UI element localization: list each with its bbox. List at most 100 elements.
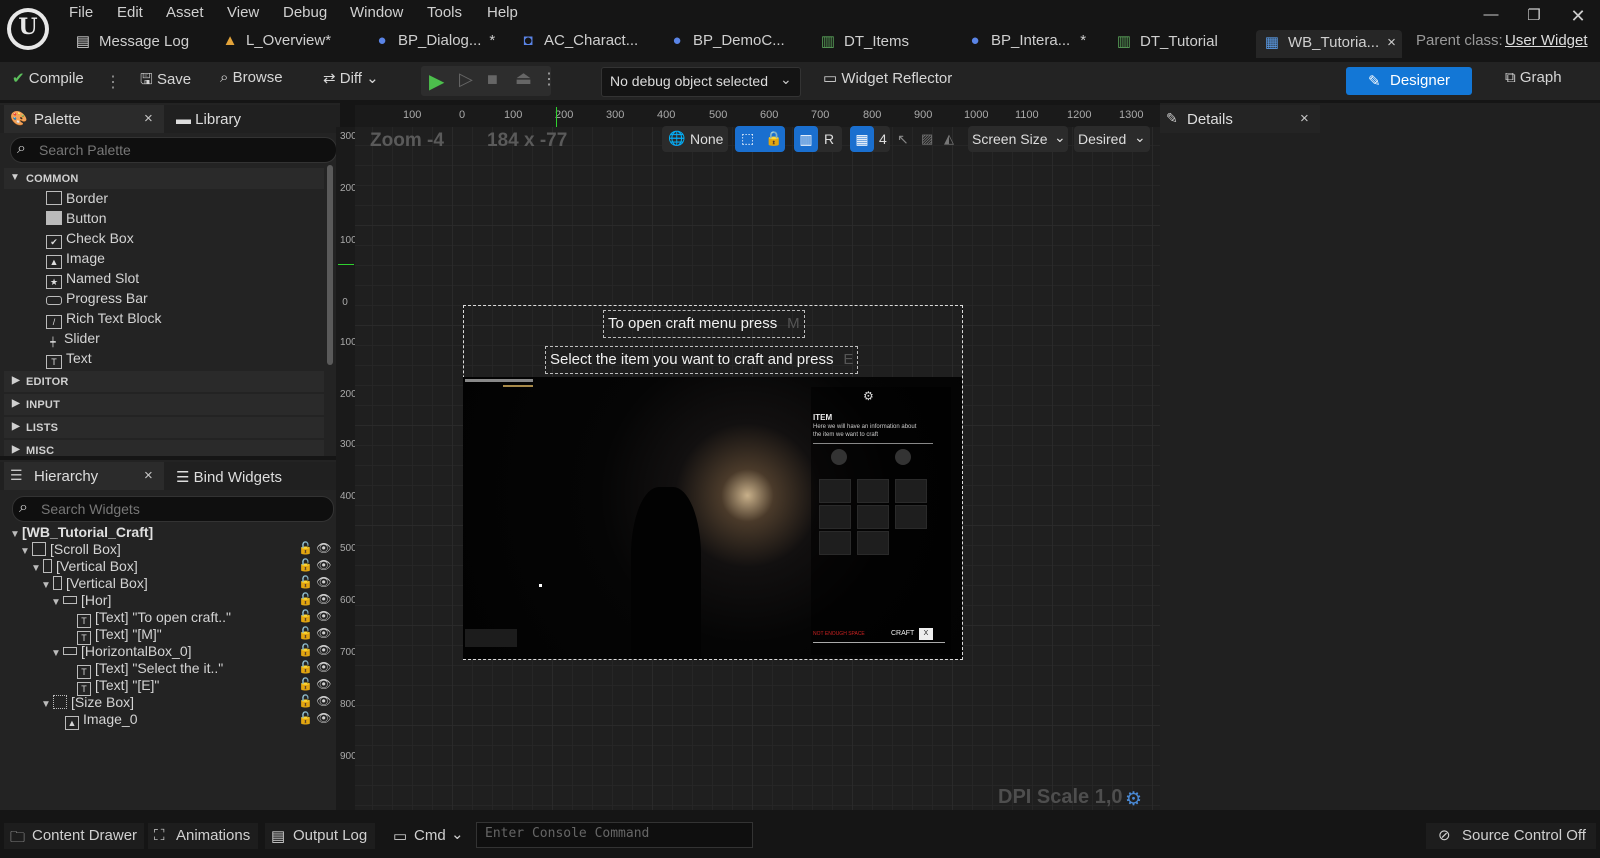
dpi-settings-gear-icon[interactable]: ⚙ xyxy=(1125,788,1142,811)
lock-visibility-icons[interactable]: 🔓 👁 xyxy=(298,711,338,728)
hierarchy-row[interactable]: ▼ [Hor] xyxy=(0,592,340,609)
tab-wb-tutorial[interactable]: ▦ WB_Tutoria... × xyxy=(1256,30,1402,58)
palette-item-check-box[interactable]: ✔ Check Box xyxy=(46,230,316,250)
hierarchy-row[interactable]: ▲ Image_0 xyxy=(0,711,340,730)
hierarchy-row[interactable]: ▼ [Vertical Box] xyxy=(0,575,340,592)
tab-dt-items[interactable]: ▥ DT_Items xyxy=(820,32,909,58)
lock-visibility-icons[interactable]: 🔓 👁 xyxy=(298,694,338,711)
desired-size-select[interactable]: Desired ⌄ xyxy=(1074,126,1150,152)
category-lists[interactable]: ▶ LISTS xyxy=(4,417,324,438)
eject-icon[interactable]: ⏏ xyxy=(515,68,532,89)
console-command-input[interactable]: Enter Console Command xyxy=(476,822,753,848)
compile-button[interactable]: ✔ Compile xyxy=(12,69,84,93)
menu-asset[interactable]: Asset xyxy=(166,4,204,26)
graph-button[interactable]: ⧉ Graph xyxy=(1505,69,1562,93)
palette-item-image[interactable]: ▲ Image xyxy=(46,250,316,270)
palette-item-text[interactable]: T Text xyxy=(46,350,316,370)
parent-class-link[interactable]: User Widget xyxy=(1505,32,1588,58)
lock-visibility-icons[interactable]: 🔓 👁 xyxy=(298,660,338,677)
tab-bind-widgets[interactable]: ☰ Bind Widgets xyxy=(176,468,282,486)
menu-view[interactable]: View xyxy=(227,4,259,26)
tab-bp-dialog[interactable]: ● BP_Dialog... * xyxy=(374,32,495,58)
unreal-logo-icon[interactable]: U xyxy=(7,8,49,50)
respect-locks-button[interactable]: ▥ R xyxy=(794,126,842,152)
cursor-icon[interactable]: ↖ xyxy=(897,131,909,148)
menu-tools[interactable]: Tools xyxy=(427,4,462,26)
tab-hierarchy[interactable]: ☰ Hierarchy × xyxy=(4,462,164,490)
output-log-button[interactable]: ▤ Output Log xyxy=(265,823,375,849)
debug-object-select[interactable]: No debug object selected ⌄ xyxy=(601,67,801,97)
search-widgets-input[interactable]: ⌕ Search Widgets xyxy=(12,496,334,522)
lock-visibility-icons[interactable]: 🔓 👁 xyxy=(298,609,338,626)
category-common[interactable]: ▼ COMMON xyxy=(4,168,324,189)
animations-button[interactable]: ⛶ Animations xyxy=(148,823,258,849)
tab-ac-character[interactable]: ◘ AC_Charact... xyxy=(520,32,638,58)
search-palette-input[interactable]: ⌕ Search Palette xyxy=(10,137,337,163)
palette-item-named-slot[interactable]: ★ Named Slot xyxy=(46,270,316,290)
close-window-icon[interactable]: ✕ xyxy=(1563,6,1593,28)
lock-visibility-icons[interactable]: 🔓 👁 xyxy=(298,643,338,660)
tab-palette[interactable]: 🎨 Palette × xyxy=(4,105,164,133)
hierarchy-row[interactable]: T [Text] "To open craft.." xyxy=(0,609,340,628)
hierarchy-row[interactable]: T [Text] "[M]" xyxy=(0,626,340,645)
hierarchy-row[interactable]: ▼ [HorizontalBox_0] xyxy=(0,643,340,660)
palette-item-button[interactable]: Button xyxy=(46,210,316,230)
restore-icon[interactable]: ❐ xyxy=(1519,6,1549,28)
palette-item-progress-bar[interactable]: Progress Bar xyxy=(46,290,316,310)
snap-lock-buttons[interactable]: ⬚ 🔒 xyxy=(735,126,785,152)
menu-help[interactable]: Help xyxy=(487,4,518,26)
close-tab-icon[interactable]: × xyxy=(144,467,153,484)
save-button[interactable]: 🖫 Save xyxy=(140,69,191,93)
menu-edit[interactable]: Edit xyxy=(117,4,143,26)
hierarchy-row[interactable]: ▼ [Size Box] xyxy=(0,694,340,711)
palette-item-slider[interactable]: ┿ Slider xyxy=(46,330,316,350)
lock-visibility-icons[interactable]: 🔓 👁 xyxy=(298,677,338,694)
screen-size-select[interactable]: Screen Size ⌄ xyxy=(968,126,1068,152)
grid-snap-button[interactable]: ▦ 4 xyxy=(850,126,890,152)
menu-file[interactable]: File xyxy=(69,4,93,26)
lock-visibility-icons[interactable]: 🔓 👁 xyxy=(298,626,338,643)
horizontal-box-select-item[interactable]: Select the item you want to craft and pr… xyxy=(545,346,859,374)
compile-options-icon[interactable]: ⋮ xyxy=(105,72,121,91)
palette-item-rich-text-block[interactable]: / Rich Text Block xyxy=(46,310,316,330)
cmd-select[interactable]: ▭ Cmd ⌄ xyxy=(393,823,467,849)
palette-scrollbar[interactable] xyxy=(327,165,333,365)
tab-message-log[interactable]: ▤ Message Log xyxy=(75,32,189,58)
close-tab-icon[interactable]: × xyxy=(144,110,153,127)
menu-window[interactable]: Window xyxy=(350,4,403,26)
menu-debug[interactable]: Debug xyxy=(283,4,327,26)
lock-visibility-icons[interactable]: 🔓 👁 xyxy=(298,575,338,592)
hierarchy-row[interactable]: ▼ [Vertical Box] xyxy=(0,558,340,575)
hierarchy-row[interactable]: T [Text] "[E]" xyxy=(0,677,340,696)
hierarchy-row[interactable]: T [Text] "Select the it.." xyxy=(0,660,340,679)
tab-dt-tutorial[interactable]: ▥ DT_Tutorial xyxy=(1116,32,1218,58)
widget-reflector-button[interactable]: ▭ Widget Reflector xyxy=(823,69,952,93)
tab-library[interactable]: ▬ Library xyxy=(176,111,241,128)
tab-details[interactable]: ✎ Details × xyxy=(1160,105,1320,133)
image-icon[interactable]: ▨ xyxy=(921,131,933,147)
localization-preview-button[interactable]: 🌐 None xyxy=(662,126,728,152)
lock-visibility-icons[interactable]: 🔓 👁 xyxy=(298,541,338,558)
close-tab-icon[interactable]: × xyxy=(1300,110,1309,127)
minimize-icon[interactable]: — xyxy=(1476,6,1506,28)
hierarchy-root[interactable]: ▼ [WB_Tutorial_Craft] xyxy=(10,524,153,541)
palette-item-border[interactable]: Border xyxy=(46,190,316,210)
flip-icon[interactable]: ◭ xyxy=(944,131,954,147)
browse-button[interactable]: ⌕ Browse xyxy=(220,69,283,93)
content-drawer-button[interactable]: 🗀 Content Drawer xyxy=(4,823,144,849)
designer-button[interactable]: ✎ Designer xyxy=(1346,67,1472,95)
diff-button[interactable]: ⇄ Diff ⌄ xyxy=(323,69,379,93)
lock-visibility-icons[interactable]: 🔓 👁 xyxy=(298,558,338,575)
hierarchy-row[interactable]: ▼ [Scroll Box] xyxy=(0,541,340,558)
close-tab-icon[interactable]: × xyxy=(1387,34,1396,51)
lock-visibility-icons[interactable]: 🔓 👁 xyxy=(298,592,338,609)
tab-bp-democ[interactable]: ● BP_DemoC... xyxy=(669,32,784,58)
category-misc[interactable]: ▶ MISC xyxy=(4,440,324,456)
play-options-icon[interactable]: ⋮ xyxy=(541,69,557,89)
category-input[interactable]: ▶ INPUT xyxy=(4,394,324,415)
stop-icon[interactable]: ■ xyxy=(487,69,498,90)
category-editor[interactable]: ▶ EDITOR xyxy=(4,371,324,392)
tab-level-overview[interactable]: ▲ L_Overview* xyxy=(222,32,331,58)
play-icon[interactable]: ▶ xyxy=(429,69,444,94)
tab-bp-interact[interactable]: ● BP_Intera... * xyxy=(967,32,1086,58)
